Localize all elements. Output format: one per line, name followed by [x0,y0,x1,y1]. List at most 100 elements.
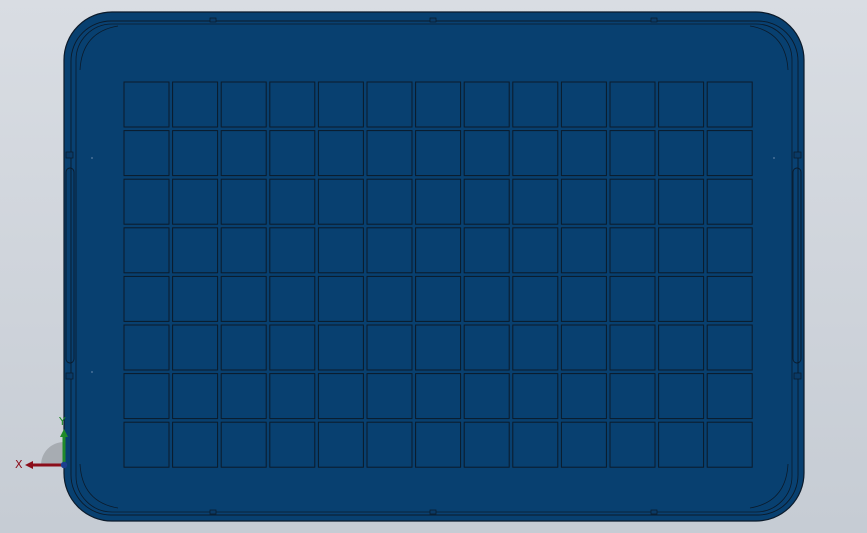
graphics-viewport[interactable]: Y X [0,0,867,533]
pocket-cell [123,275,170,322]
tray-tab-top-right [650,17,658,23]
pocket-cell [560,178,607,225]
pocket-cell [512,324,559,371]
pocket-cell [123,178,170,225]
pocket-cell [269,324,316,371]
pocket-cell [269,227,316,274]
pocket-cell [220,178,267,225]
pocket-cell [560,324,607,371]
pocket-cell [317,373,364,420]
pocket-cell [220,421,267,468]
pocket-cell [463,373,510,420]
pocket-cell [658,81,705,128]
pocket-cell [560,275,607,322]
pocket-cell [220,227,267,274]
pocket-cell [317,324,364,371]
pocket-cell [123,373,170,420]
pocket-cell [123,421,170,468]
pocket-cell [366,324,413,371]
pocket-cell [512,275,559,322]
pocket-cell [609,421,656,468]
pocket-cell [317,227,364,274]
pocket-cell [463,275,510,322]
pocket-cell [706,130,753,177]
pocket-cell [609,81,656,128]
pocket-cell [415,178,462,225]
triad-y-label: Y [59,415,66,428]
pocket-cell [463,227,510,274]
triad-x-arrowhead [25,461,33,469]
pocket-cell [123,81,170,128]
pocket-cell [463,81,510,128]
pocket-cell [463,178,510,225]
pocket-cell [560,81,607,128]
pocket-cell [415,227,462,274]
tray-part-model[interactable] [0,0,867,533]
pocket-cell [512,178,559,225]
pocket-cell [366,81,413,128]
pocket-cell [560,373,607,420]
pocket-cell [463,324,510,371]
pocket-cell [560,421,607,468]
triad-y-arrowhead [60,429,68,437]
side-tab-left-lower [65,372,74,380]
pocket-cell [172,227,219,274]
triad-x-label: X [15,458,23,471]
pocket-cell [317,81,364,128]
pocket-cell [220,373,267,420]
side-tab-left-upper [65,151,74,159]
tray-tab-top-left [209,17,217,23]
pocket-cell [609,373,656,420]
pocket-cell [658,373,705,420]
pocket-cell [269,275,316,322]
pocket-cell [512,421,559,468]
pocket-cell [317,275,364,322]
pocket-cell [706,421,753,468]
pocket-cell [415,324,462,371]
pocket-cell [172,324,219,371]
pocket-cell [366,421,413,468]
pocket-cell [609,324,656,371]
side-tab-right-upper [793,151,802,159]
pocket-cell [269,130,316,177]
tray-tab-bottom-left [209,509,217,515]
pocket-cell [317,421,364,468]
tray-tab-top-center [429,17,437,23]
pocket-cell [706,275,753,322]
reference-dot-right [773,157,775,159]
pocket-cell [706,227,753,274]
pocket-cell [658,130,705,177]
pocket-cell [512,81,559,128]
pocket-cell [658,178,705,225]
pocket-cell [172,178,219,225]
pocket-cell [220,81,267,128]
reference-dot-left-lower [91,371,93,373]
triad-z-axis [60,461,68,469]
pocket-cell [512,130,559,177]
pocket-cell [706,373,753,420]
pocket-cell [220,275,267,322]
pocket-cell [366,130,413,177]
pocket-cell [172,373,219,420]
pocket-cell [317,178,364,225]
pocket-cell [609,227,656,274]
pocket-cell [172,81,219,128]
pocket-cell [560,227,607,274]
pocket-cell [415,373,462,420]
pocket-cell [123,227,170,274]
pocket-cell [220,130,267,177]
pocket-cell [415,421,462,468]
pocket-cell [123,324,170,371]
pocket-cell [317,130,364,177]
pocket-cell [366,275,413,322]
pocket-cell [366,227,413,274]
pocket-cell [172,130,219,177]
pocket-cell [609,130,656,177]
pocket-cell [269,373,316,420]
pocket-cell [658,227,705,274]
pocket-cell [609,178,656,225]
reference-dot-left [91,157,93,159]
pocket-cell [512,373,559,420]
pocket-cell [123,130,170,177]
pocket-cell [658,421,705,468]
